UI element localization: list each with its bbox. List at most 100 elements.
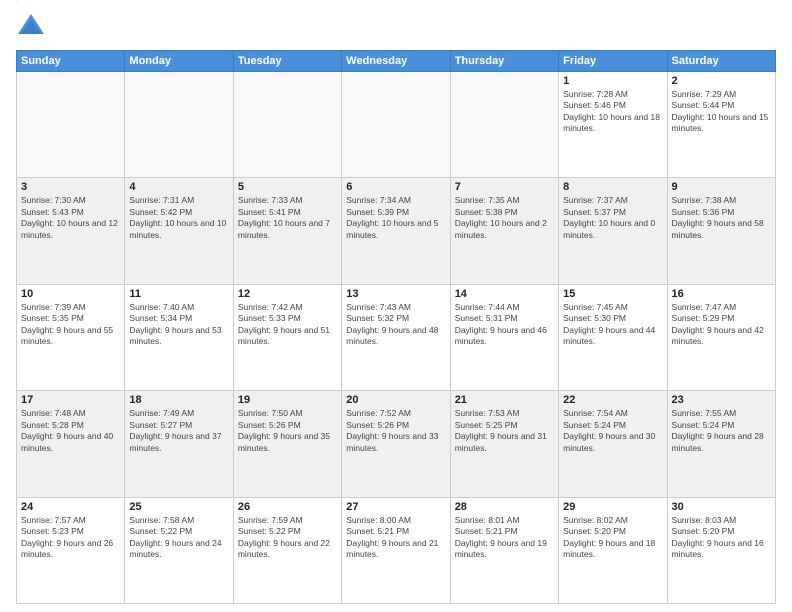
calendar-cell: 20Sunrise: 7:52 AMSunset: 5:26 PMDayligh… [342, 391, 450, 497]
calendar-cell: 21 Sunrise: 7:53 AMSunset: 5:25 PMDayligh… [450, 391, 558, 497]
day-number: 15 [563, 288, 662, 300]
day-number: 19 [238, 394, 337, 406]
day-number: 30 [672, 501, 771, 513]
day-info: Sunrise: 7:43 AMSunset: 5:32 PMDaylight:… [346, 302, 445, 348]
day-info: Sunrise: 7:45 AMSunset: 5:30 PMDaylight:… [563, 302, 662, 348]
day-info: Sunrise: 7:55 AMSunset: 5:24 PMDaylight:… [672, 408, 771, 454]
calendar-cell [342, 72, 450, 178]
day-number: 23 [672, 394, 771, 406]
day-number: 8 [563, 181, 662, 193]
day-info: Sunrise: 7:37 AMSunset: 5:37 PMDaylight:… [563, 195, 662, 241]
calendar-header-sunday: Sunday [17, 51, 125, 72]
day-number: 27 [346, 501, 445, 513]
day-number: 29 [563, 501, 662, 513]
calendar-cell: 5 Sunrise: 7:33 AMSunset: 5:41 PMDaylight… [233, 178, 341, 284]
calendar-week-row: 24 Sunrise: 7:57 AMSunset: 5:23 PMDayligh… [17, 497, 776, 603]
day-info: Sunrise: 7:35 AMSunset: 5:38 PMDaylight:… [455, 195, 554, 241]
day-info: Sunrise: 8:00 AMSunset: 5:21 PMDaylight:… [346, 515, 445, 561]
day-number: 28 [455, 501, 554, 513]
day-number: 22 [563, 394, 662, 406]
logo-icon [16, 12, 46, 42]
calendar-cell: 23 Sunrise: 7:55 AMSunset: 5:24 PMDayligh… [667, 391, 775, 497]
logo [16, 12, 50, 42]
day-info: Sunrise: 7:40 AMSunset: 5:34 PMDaylight:… [129, 302, 228, 348]
day-number: 6 [346, 181, 445, 193]
calendar-header-friday: Friday [559, 51, 667, 72]
calendar-cell: 28 Sunrise: 8:01 AMSunset: 5:21 PMDayligh… [450, 497, 558, 603]
day-number: 5 [238, 181, 337, 193]
day-number: 17 [21, 394, 120, 406]
calendar-cell: 8 Sunrise: 7:37 AMSunset: 5:37 PMDaylight… [559, 178, 667, 284]
day-info: Sunrise: 7:53 AMSunset: 5:25 PMDaylight:… [455, 408, 554, 454]
day-info: Sunrise: 7:30 AMSunset: 5:43 PMDaylight:… [21, 195, 120, 241]
calendar-cell: 29 Sunrise: 8:02 AMSunset: 5:20 PMDayligh… [559, 497, 667, 603]
calendar-cell: 25 Sunrise: 7:58 AMSunset: 5:22 PMDayligh… [125, 497, 233, 603]
calendar-cell: 15 Sunrise: 7:45 AMSunset: 5:30 PMDayligh… [559, 284, 667, 390]
calendar-header-saturday: Saturday [667, 51, 775, 72]
calendar-header-monday: Monday [125, 51, 233, 72]
day-info: Sunrise: 8:03 AMSunset: 5:20 PMDaylight:… [672, 515, 771, 561]
day-info: Sunrise: 7:33 AMSunset: 5:41 PMDaylight:… [238, 195, 337, 241]
calendar-cell [125, 72, 233, 178]
calendar-cell: 14 Sunrise: 7:44 AMSunset: 5:31 PMDayligh… [450, 284, 558, 390]
day-number: 2 [672, 75, 771, 87]
page: SundayMondayTuesdayWednesdayThursdayFrid… [0, 0, 792, 612]
day-info: Sunrise: 8:02 AMSunset: 5:20 PMDaylight:… [563, 515, 662, 561]
day-number: 11 [129, 288, 228, 300]
day-number: 13 [346, 288, 445, 300]
header [16, 12, 776, 42]
calendar-cell: 13 Sunrise: 7:43 AMSunset: 5:32 PMDayligh… [342, 284, 450, 390]
day-number: 12 [238, 288, 337, 300]
calendar-table: SundayMondayTuesdayWednesdayThursdayFrid… [16, 50, 776, 604]
day-number: 26 [238, 501, 337, 513]
day-info: Sunrise: 7:49 AMSunset: 5:27 PMDaylight:… [129, 408, 228, 454]
day-info: Sunrise: 7:58 AMSunset: 5:22 PMDaylight:… [129, 515, 228, 561]
day-info: Sunrise: 7:44 AMSunset: 5:31 PMDaylight:… [455, 302, 554, 348]
day-number: 21 [455, 394, 554, 406]
day-number: 14 [455, 288, 554, 300]
calendar-week-row: 10Sunrise: 7:39 AMSunset: 5:35 PMDayligh… [17, 284, 776, 390]
day-info: Sunrise: 7:54 AMSunset: 5:24 PMDaylight:… [563, 408, 662, 454]
day-info: Sunrise: 7:34 AMSunset: 5:39 PMDaylight:… [346, 195, 445, 241]
calendar-week-row: 17 Sunrise: 7:48 AMSunset: 5:28 PMDayligh… [17, 391, 776, 497]
calendar-cell: 18Sunrise: 7:49 AMSunset: 5:27 PMDayligh… [125, 391, 233, 497]
day-info: Sunrise: 7:28 AMSunset: 5:46 PMDaylight:… [563, 89, 662, 135]
day-info: Sunrise: 7:52 AMSunset: 5:26 PMDaylight:… [346, 408, 445, 454]
day-info: Sunrise: 7:29 AMSunset: 5:44 PMDaylight:… [672, 89, 771, 135]
calendar-cell: 26 Sunrise: 7:59 AMSunset: 5:22 PMDayligh… [233, 497, 341, 603]
day-info: Sunrise: 7:57 AMSunset: 5:23 PMDaylight:… [21, 515, 120, 561]
day-info: Sunrise: 7:31 AMSunset: 5:42 PMDaylight:… [129, 195, 228, 241]
calendar-week-row: 1 Sunrise: 7:28 AMSunset: 5:46 PMDaylight… [17, 72, 776, 178]
calendar-cell: 6 Sunrise: 7:34 AMSunset: 5:39 PMDaylight… [342, 178, 450, 284]
day-info: Sunrise: 7:48 AMSunset: 5:28 PMDaylight:… [21, 408, 120, 454]
calendar-cell: 4 Sunrise: 7:31 AMSunset: 5:42 PMDaylight… [125, 178, 233, 284]
calendar-cell [233, 72, 341, 178]
day-number: 9 [672, 181, 771, 193]
calendar-cell: 3 Sunrise: 7:30 AMSunset: 5:43 PMDaylight… [17, 178, 125, 284]
day-number: 1 [563, 75, 662, 87]
day-info: Sunrise: 7:42 AMSunset: 5:33 PMDaylight:… [238, 302, 337, 348]
day-info: Sunrise: 7:47 AMSunset: 5:29 PMDaylight:… [672, 302, 771, 348]
calendar-cell: 11 Sunrise: 7:40 AMSunset: 5:34 PMDayligh… [125, 284, 233, 390]
calendar-cell: 22 Sunrise: 7:54 AMSunset: 5:24 PMDayligh… [559, 391, 667, 497]
calendar-cell [450, 72, 558, 178]
calendar-header-wednesday: Wednesday [342, 51, 450, 72]
day-number: 7 [455, 181, 554, 193]
day-number: 10 [21, 288, 120, 300]
calendar-header-thursday: Thursday [450, 51, 558, 72]
calendar-week-row: 3 Sunrise: 7:30 AMSunset: 5:43 PMDaylight… [17, 178, 776, 284]
calendar-header-tuesday: Tuesday [233, 51, 341, 72]
day-info: Sunrise: 7:38 AMSunset: 5:36 PMDaylight:… [672, 195, 771, 241]
calendar-cell: 1 Sunrise: 7:28 AMSunset: 5:46 PMDaylight… [559, 72, 667, 178]
calendar-cell: 10Sunrise: 7:39 AMSunset: 5:35 PMDayligh… [17, 284, 125, 390]
day-info: Sunrise: 8:01 AMSunset: 5:21 PMDaylight:… [455, 515, 554, 561]
calendar-cell [17, 72, 125, 178]
day-number: 24 [21, 501, 120, 513]
day-number: 3 [21, 181, 120, 193]
calendar-cell: 9 Sunrise: 7:38 AMSunset: 5:36 PMDaylight… [667, 178, 775, 284]
day-number: 4 [129, 181, 228, 193]
day-number: 25 [129, 501, 228, 513]
calendar-cell: 7 Sunrise: 7:35 AMSunset: 5:38 PMDaylight… [450, 178, 558, 284]
day-info: Sunrise: 7:59 AMSunset: 5:22 PMDaylight:… [238, 515, 337, 561]
calendar-cell: 19Sunrise: 7:50 AMSunset: 5:26 PMDayligh… [233, 391, 341, 497]
